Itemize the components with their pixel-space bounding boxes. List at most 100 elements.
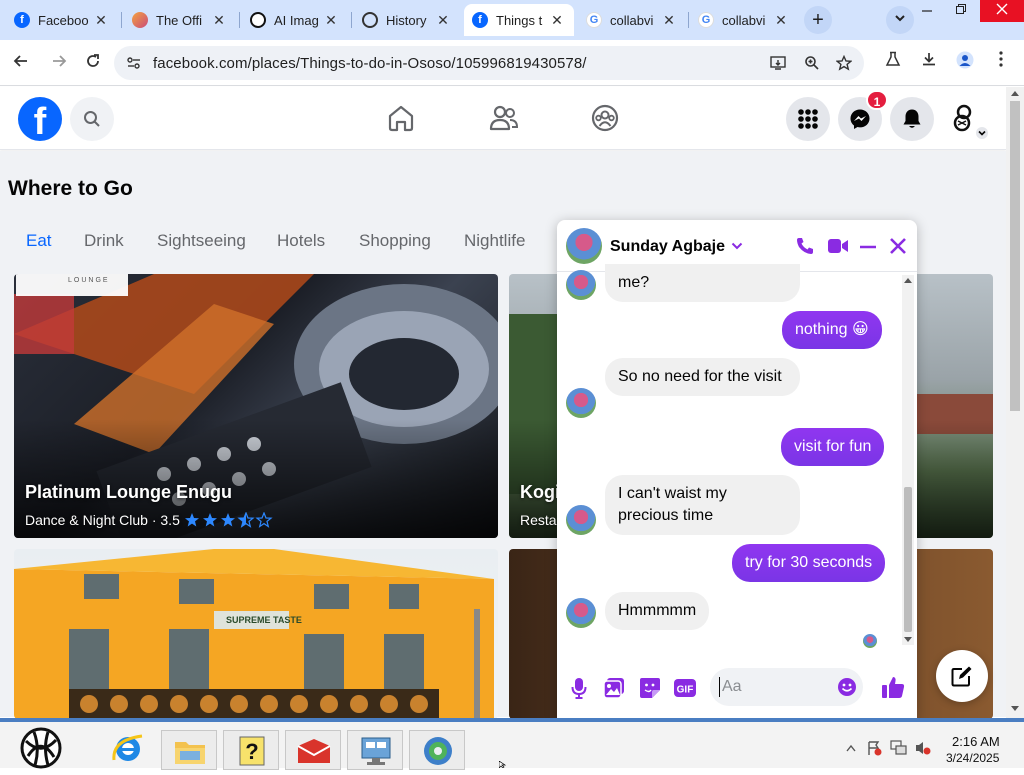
new-tab-button[interactable]: + [804,6,832,34]
category-tab-nightlife[interactable]: Nightlife [464,231,525,251]
tab-close-icon[interactable]: ✕ [92,12,110,29]
bookmark-star-icon[interactable] [836,55,852,71]
minimize-icon [922,10,932,12]
minimize-window-button[interactable] [910,0,944,22]
tab-close-icon[interactable]: ✕ [660,12,678,29]
mouse-cursor-icon [499,761,507,768]
chat-scrollbar-thumb[interactable] [904,487,912,632]
taskbar-explorer-button[interactable] [161,730,217,770]
scroll-up-arrow-icon[interactable] [904,277,912,283]
action-center-flag-icon[interactable] [866,740,882,756]
minimize-chat-icon[interactable] [859,237,877,255]
chat-scrollbar[interactable] [902,275,914,645]
install-app-icon[interactable] [770,55,788,71]
video-call-icon[interactable] [827,237,849,255]
category-tab-shopping[interactable]: Shopping [359,231,431,251]
taskbar-network-button[interactable] [347,730,403,770]
taskbar-clock-date[interactable]: 3/24/2025 [946,751,999,765]
site-settings-icon[interactable] [126,55,142,71]
scroll-down-arrow-icon[interactable] [904,637,912,643]
tab-close-icon[interactable]: ✕ [322,12,340,29]
restore-window-button[interactable] [944,0,978,22]
taskbar-help-button[interactable]: ? [223,730,279,770]
chevron-down-icon[interactable] [731,241,743,251]
category-tab-drink[interactable]: Drink [84,231,124,251]
nav-home-button[interactable] [386,103,416,138]
internet-explorer-icon [112,734,143,761]
nav-friends-button[interactable] [488,103,520,138]
new-message-button[interactable] [936,650,988,702]
google-favicon-icon: G [698,12,714,28]
contact-avatar[interactable] [566,228,602,264]
network-tray-icon[interactable] [890,740,908,756]
chat-contact-name[interactable]: Sunday Agbaje [610,238,725,256]
reload-button[interactable] [80,50,106,76]
browser-tab-history[interactable]: History ✕ [354,4,460,36]
menu-grid-button[interactable] [786,97,830,141]
zoom-icon[interactable] [804,55,820,71]
voice-call-icon[interactable] [795,236,815,256]
microphone-icon[interactable] [571,677,587,699]
tab-separator [688,12,689,28]
tab-label: Faceboo [38,12,89,28]
taskbar-browser-button[interactable] [409,730,465,770]
back-button[interactable] [8,50,34,76]
place-card-title: Platinum Lounge Enugu [25,482,232,502]
taskbar-mail-button[interactable] [285,730,341,770]
start-button[interactable] [18,726,64,770]
browser-tab-things-to-do[interactable]: f Things t ✕ [464,4,574,36]
forward-button[interactable] [46,50,72,76]
thumbs-up-icon[interactable] [880,674,906,700]
scroll-up-arrow-icon[interactable] [1010,89,1020,97]
category-tab-hotels[interactable]: Hotels [277,231,325,251]
page-scrollbar[interactable] [1006,87,1024,718]
tab-close-icon[interactable]: ✕ [772,12,790,29]
address-bar[interactable]: facebook.com/places/Things-to-do-in-Osos… [114,46,864,80]
place-card-platinum-lounge[interactable]: LOUNGE Platinum Lounge Enugu Dance & Nig… [14,274,498,538]
gif-icon[interactable]: GIF [673,678,697,698]
tray-overflow-chevron-icon[interactable] [846,744,856,752]
page-scrollbar-thumb[interactable] [1010,101,1020,411]
browser-tab-facebook[interactable]: f Faceboo ✕ [6,4,118,36]
tab-close-icon[interactable]: ✕ [434,12,452,29]
start-logo-icon [20,727,62,769]
emoji-icon[interactable] [837,677,857,697]
groups-icon [591,104,619,132]
browser-tab-collabvm-1[interactable]: G collabvi ✕ [578,4,686,36]
tab-close-icon[interactable]: ✕ [548,12,566,29]
star-rating [185,512,273,528]
message-input[interactable]: Aa [710,668,863,706]
sticker-icon[interactable] [639,677,661,699]
download-icon [923,53,935,66]
message-outgoing: nothing 😀 [782,311,882,349]
place-card-supreme-taste[interactable]: SUPREME TASTE [14,549,498,719]
folder-icon [175,742,205,764]
tab-close-icon[interactable]: ✕ [210,12,228,29]
category-tab-sightseeing[interactable]: Sightseeing [157,231,246,251]
facebook-search-button[interactable] [70,97,114,141]
taskbar-clock-time[interactable]: 2:16 AM [952,734,1000,749]
labs-flask-button[interactable] [882,51,904,73]
taskbar-ie-button[interactable] [110,730,146,766]
arrow-left-icon [13,55,27,67]
close-window-button[interactable] [980,0,1024,22]
notifications-button[interactable] [890,97,934,141]
profile-button[interactable] [954,51,976,73]
volume-muted-icon[interactable] [914,740,932,756]
photo-attach-icon[interactable] [603,677,625,699]
account-button[interactable] [942,97,988,141]
nav-groups-button[interactable] [590,103,620,138]
star-full-icon [221,513,235,527]
downloads-button[interactable] [918,51,940,73]
browser-tab-collabvm-2[interactable]: G collabvi ✕ [690,4,798,36]
close-chat-icon[interactable] [889,237,907,255]
category-tab-eat[interactable]: Eat [26,231,52,251]
message-outgoing: visit for fun [781,428,885,466]
browser-tab-office[interactable]: The Offi ✕ [124,4,236,36]
browser-tab-strip: f Faceboo ✕ The Offi ✕ AI Imag ✕ History… [0,0,1024,40]
tab-label: The Offi [156,12,203,28]
facebook-logo-icon[interactable]: f [18,97,62,141]
browser-tab-ai-image[interactable]: AI Imag ✕ [242,4,348,36]
scroll-down-arrow-icon[interactable] [1010,705,1020,713]
browser-menu-button[interactable] [990,51,1012,73]
